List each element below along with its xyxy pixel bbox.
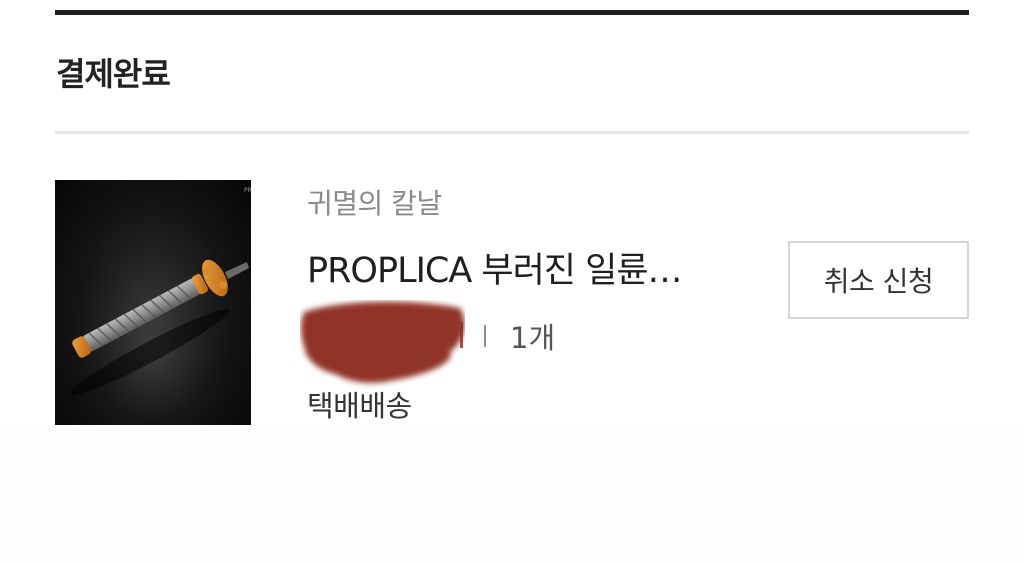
product-thumbnail[interactable]: PR: [55, 180, 251, 425]
product-name[interactable]: PROPLICA 부러진 일륜…: [307, 247, 747, 295]
cancel-request-button[interactable]: 취소 신청: [788, 241, 969, 319]
product-brand: 귀멸의 칼날: [307, 187, 442, 220]
redacted-price: [301, 301, 465, 383]
section-divider: [55, 131, 969, 134]
thumbnail-corner-mark: PR: [244, 187, 251, 194]
order-status-title: 결제완료: [56, 55, 171, 93]
delivery-method: 택배배송: [307, 389, 412, 423]
order-item-page: 결제완료 PR 귀멸의 칼날 PROPLICA 부러진 일륜… 1개 택배배송 …: [0, 0, 1024, 564]
price-quantity-row: 1개: [300, 300, 600, 390]
nichirin-sword-image: PR: [55, 180, 251, 425]
page-bottom-area: [0, 430, 1024, 564]
price-quantity-separator: [484, 325, 486, 347]
order-quantity: 1개: [510, 321, 556, 355]
section-top-rule: [55, 10, 969, 15]
